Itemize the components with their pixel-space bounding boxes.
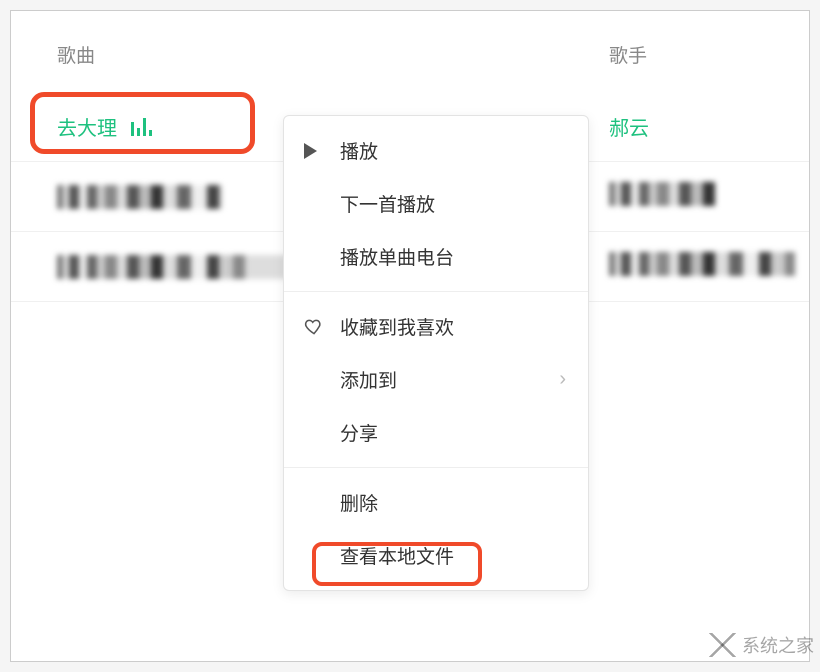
watermark: 系统之家 (708, 632, 814, 658)
menu-separator (284, 467, 588, 468)
redacted-artist (609, 252, 795, 276)
menu-separator (284, 291, 588, 292)
menu-view-local-file[interactable]: 查看本地文件 (284, 529, 588, 582)
redacted-title (57, 185, 222, 209)
song-title: 去大理 (57, 112, 117, 141)
heart-icon (304, 317, 340, 337)
menu-delete[interactable]: 删除 (284, 476, 588, 529)
menu-play-next[interactable]: 下一首播放 (284, 177, 588, 230)
chevron-right-icon: › (559, 368, 566, 391)
context-menu: 播放 下一首播放 播放单曲电台 收藏到我喜欢 添加到 › 分享 删除 查看本地文… (283, 115, 589, 591)
menu-favorite[interactable]: 收藏到我喜欢 (284, 300, 588, 353)
equalizer-icon (131, 118, 152, 136)
redacted-artist (609, 182, 715, 206)
menu-add-to[interactable]: 添加到 › (284, 353, 588, 406)
column-header-artist: 歌手 (609, 41, 809, 68)
list-header: 歌曲 歌手 (11, 11, 809, 92)
column-header-song: 歌曲 (11, 41, 609, 68)
watermark-icon (708, 633, 736, 657)
song-artist[interactable]: 郝云 (609, 112, 809, 141)
menu-play[interactable]: 播放 (284, 124, 588, 177)
menu-share[interactable]: 分享 (284, 406, 588, 459)
play-icon (304, 143, 340, 159)
menu-play-radio[interactable]: 播放单曲电台 (284, 230, 588, 283)
